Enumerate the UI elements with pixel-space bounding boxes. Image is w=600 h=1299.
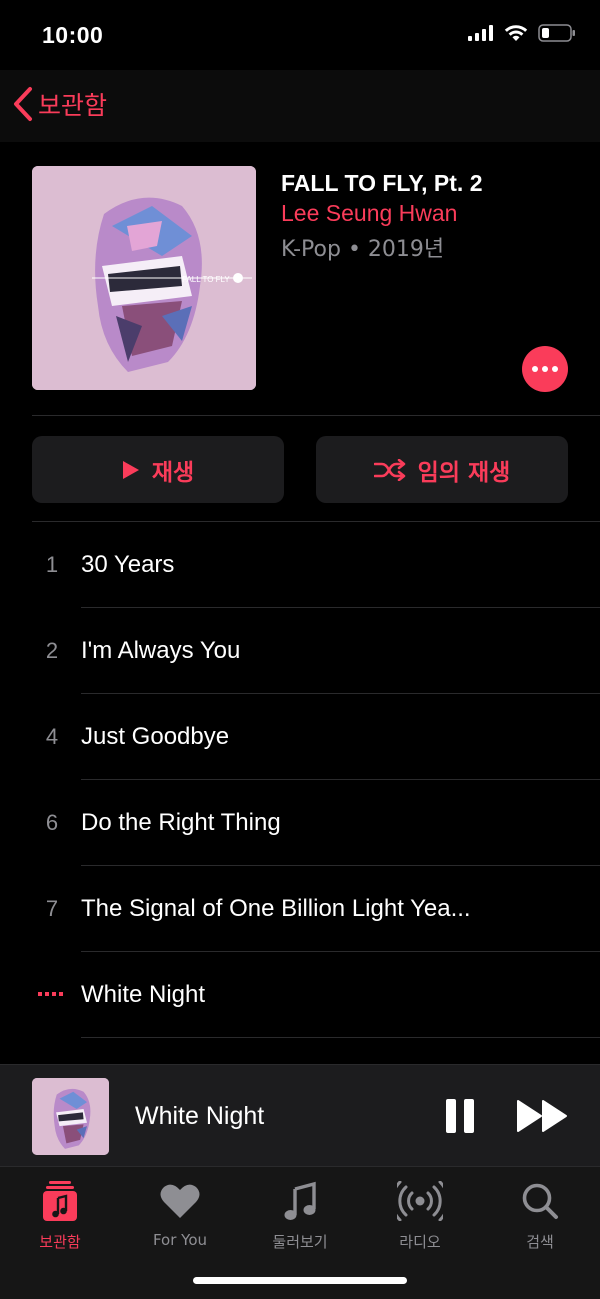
shuffle-icon bbox=[373, 458, 405, 481]
library-icon bbox=[43, 1181, 77, 1221]
mini-player-artwork[interactable] bbox=[32, 1078, 109, 1155]
track-row[interactable]: 6 Do the Right Thing bbox=[0, 780, 600, 866]
now-playing-icon bbox=[38, 992, 63, 996]
tab-radio[interactable]: 라디오 bbox=[370, 1179, 470, 1252]
track-title: I'm Always You bbox=[81, 637, 241, 664]
track-number: 4 bbox=[45, 724, 59, 749]
tab-for-you[interactable]: For You bbox=[130, 1179, 230, 1249]
tab-browse[interactable]: 둘러보기 bbox=[250, 1179, 350, 1252]
chevron-left-icon bbox=[14, 87, 32, 121]
album-header: FALL TO FLY FALL TO FLY, Pt. 2 Lee Seung… bbox=[0, 142, 600, 416]
track-title: The Signal of One Billion Light Yea... bbox=[81, 895, 471, 922]
track-title: Do the Right Thing bbox=[81, 809, 281, 836]
tab-search[interactable]: 검색 bbox=[490, 1179, 590, 1252]
track-title: Just Goodbye bbox=[81, 723, 230, 750]
track-number: 1 bbox=[45, 552, 59, 577]
track-row[interactable]: 1 30 Years bbox=[0, 522, 600, 608]
tab-label: 둘러보기 bbox=[272, 1233, 328, 1251]
track-title: 30 Years bbox=[81, 551, 175, 578]
battery-icon bbox=[538, 24, 575, 42]
mini-artwork-image bbox=[32, 1078, 109, 1155]
cellular-signal-icon bbox=[468, 25, 493, 41]
play-button[interactable]: 재생 bbox=[32, 436, 284, 503]
fast-forward-button[interactable] bbox=[517, 1099, 569, 1133]
more-options-button[interactable] bbox=[522, 346, 568, 392]
navigation-bar: 보관함 bbox=[0, 70, 600, 142]
tab-library[interactable]: 보관함 bbox=[10, 1179, 110, 1252]
mini-player-title: White Night bbox=[135, 1102, 265, 1130]
back-button[interactable]: 보관함 bbox=[12, 86, 107, 122]
album-title: FALL TO FLY, Pt. 2 bbox=[281, 170, 483, 196]
track-number: 2 bbox=[45, 638, 59, 663]
track-title: White Night bbox=[81, 981, 206, 1008]
album-artwork[interactable]: FALL TO FLY bbox=[32, 166, 256, 390]
track-row[interactable]: 4 Just Goodbye bbox=[0, 694, 600, 780]
album-genre-year: K-Pop • 2019년 bbox=[281, 237, 445, 262]
radio-icon bbox=[397, 1181, 443, 1221]
track-list: 1 30 Years 2 I'm Always You 4 Just Goodb… bbox=[0, 522, 600, 1038]
tab-label: 검색 bbox=[526, 1233, 554, 1251]
status-time: 10:00 bbox=[42, 22, 104, 48]
album-artist-link[interactable]: Lee Seung Hwan bbox=[281, 200, 457, 227]
divider bbox=[81, 1037, 600, 1038]
shuffle-label: 임의 재생 bbox=[417, 459, 511, 486]
album-artwork-image: FALL TO FLY bbox=[32, 166, 256, 390]
status-bar: 10:00 bbox=[0, 0, 600, 70]
music-note-icon bbox=[284, 1181, 316, 1220]
wifi-icon bbox=[504, 25, 528, 41]
search-icon bbox=[522, 1183, 558, 1219]
divider bbox=[32, 415, 600, 416]
track-number: 6 bbox=[45, 810, 59, 835]
shuffle-button[interactable]: 임의 재생 bbox=[316, 436, 568, 503]
status-icons bbox=[468, 24, 576, 42]
heart-icon bbox=[160, 1184, 200, 1218]
tab-label: 라디오 bbox=[399, 1233, 441, 1251]
track-row-now-playing[interactable]: White Night bbox=[0, 952, 600, 1038]
pause-button[interactable] bbox=[446, 1099, 476, 1133]
mini-player[interactable]: White Night bbox=[0, 1064, 600, 1166]
home-indicator[interactable] bbox=[193, 1277, 407, 1284]
ellipsis-icon bbox=[532, 366, 538, 372]
track-number: 7 bbox=[45, 896, 59, 921]
tab-label: 보관함 bbox=[39, 1233, 81, 1251]
play-label: 재생 bbox=[151, 459, 195, 486]
back-label: 보관함 bbox=[38, 91, 108, 120]
artwork-text: FALL TO FLY bbox=[182, 275, 230, 284]
track-row[interactable]: 2 I'm Always You bbox=[0, 608, 600, 694]
play-icon bbox=[122, 460, 139, 479]
track-row[interactable]: 7 The Signal of One Billion Light Yea... bbox=[0, 866, 600, 952]
tab-label: For You bbox=[152, 1231, 208, 1249]
pause-icon bbox=[446, 1099, 456, 1133]
